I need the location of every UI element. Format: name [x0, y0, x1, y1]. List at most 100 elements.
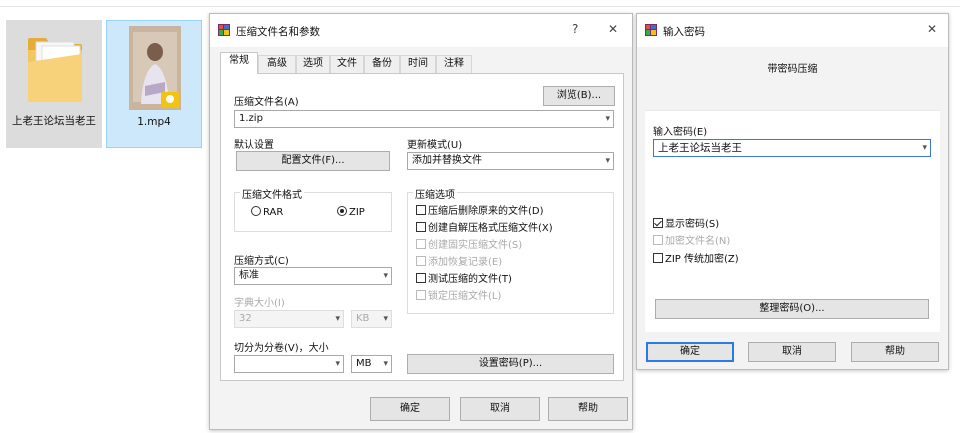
title-bar: 压缩文件名和参数 ? ✕ [210, 14, 632, 47]
file-name: 1.mp4 [137, 116, 171, 128]
browse-button[interactable]: 浏览(B)... [543, 86, 615, 106]
organize-passwords-button[interactable]: 整理密码(O)... [655, 299, 929, 319]
chevron-down-icon: ▾ [383, 314, 388, 324]
archive-name-label: 压缩文件名(A) [234, 97, 299, 108]
title-bar: 输入密码 ✕ [637, 14, 948, 47]
desktop-item-video[interactable]: 1.mp4 [106, 20, 202, 148]
dialog-subtitle: 带密码压缩 [767, 64, 818, 75]
help-button[interactable]: 帮助 [548, 397, 628, 421]
archive-name-value: 1.zip [239, 113, 263, 124]
checkbox-icon [416, 273, 426, 283]
dict-unit: KB [356, 313, 370, 324]
tab-files[interactable]: 文件 [330, 55, 364, 73]
dialog-title: 输入密码 [663, 26, 705, 38]
encrypt-names-checkbox[interactable]: 加密文件名(N) [653, 235, 730, 248]
checkbox-icon [416, 256, 426, 266]
checkbox-checked-icon [653, 218, 663, 228]
format-group-label: 压缩文件格式 [240, 186, 304, 201]
radio-icon [251, 206, 261, 216]
split-label: 切分为分卷(V)，大小 [234, 343, 329, 354]
option-lock[interactable]: 锁定压缩文件(L) [416, 290, 501, 303]
password-value: 上老王论坛当老王 [658, 142, 742, 154]
option-label: 创建自解压格式压缩文件(X) [428, 223, 553, 234]
tab-backup[interactable]: 备份 [364, 55, 400, 73]
option-recovery[interactable]: 添加恢复记录(E) [416, 256, 502, 269]
format-rar-label: RAR [263, 207, 284, 218]
option-sfx[interactable]: 创建自解压格式压缩文件(X) [416, 222, 553, 235]
checkbox-icon [416, 290, 426, 300]
tab-general[interactable]: 常规 [220, 52, 258, 74]
split-unit-select[interactable]: MB ▾ [351, 355, 392, 373]
file-name: 上老王论坛当老王 [12, 115, 96, 127]
profiles-button[interactable]: 配置文件(F)... [236, 151, 390, 171]
option-label: 添加恢复记录(E) [428, 257, 503, 268]
chevron-down-icon: ▾ [605, 114, 610, 124]
help-icon[interactable]: ? [572, 22, 578, 36]
ok-button[interactable]: 确定 [370, 397, 450, 421]
chevron-down-icon: ▾ [383, 359, 388, 369]
format-group: 压缩文件格式 RAR ZIP [234, 186, 392, 232]
archive-name-field[interactable]: 1.zip ▾ [234, 110, 614, 128]
archive-dialog: 压缩文件名和参数 ? ✕ 常规 高级 选项 文件 备份 时间 注释 压缩文件名(… [209, 13, 633, 430]
format-zip-label: ZIP [349, 207, 365, 218]
set-password-button[interactable]: 设置密码(P)... [407, 354, 614, 374]
method-label: 压缩方式(C) [234, 256, 289, 267]
method-value: 标准 [239, 270, 259, 281]
password-dialog: 输入密码 ✕ 带密码压缩 输入密码(E) 上老王论坛当老王 ▾ 显示密码(S) … [636, 13, 949, 370]
option-label: 测试压缩的文件(T) [428, 274, 512, 285]
close-icon[interactable]: ✕ [608, 22, 618, 36]
show-password-checkbox[interactable]: 显示密码(S) [653, 218, 719, 231]
checkbox-icon [416, 222, 426, 232]
dict-select[interactable]: 32 ▾ [234, 310, 344, 328]
zip-legacy-checkbox[interactable]: ZIP 传统加密(Z) [653, 253, 739, 266]
default-settings-label: 默认设置 [234, 140, 274, 151]
winrar-icon [645, 24, 657, 36]
dict-value: 32 [239, 313, 252, 324]
tab-time[interactable]: 时间 [400, 55, 436, 73]
format-zip-radio[interactable]: ZIP [337, 206, 365, 219]
format-rar-radio[interactable]: RAR [251, 206, 283, 219]
update-mode-label: 更新模式(U) [407, 140, 463, 151]
show-password-label: 显示密码(S) [665, 219, 720, 230]
update-mode-value: 添加并替换文件 [412, 155, 482, 166]
password-label: 输入密码(E) [653, 127, 708, 138]
folder-icon [28, 38, 82, 102]
option-label: 锁定压缩文件(L) [428, 291, 502, 302]
cancel-button[interactable]: 取消 [748, 342, 836, 362]
desktop-item-folder[interactable]: 上老王论坛当老王 [6, 20, 102, 148]
password-input[interactable]: 上老王论坛当老王 ▾ [653, 139, 931, 157]
checkbox-icon [416, 239, 426, 249]
cancel-button[interactable]: 取消 [460, 397, 540, 421]
video-file-icon [129, 26, 181, 110]
option-delete-after[interactable]: 压缩后删除原来的文件(D) [416, 205, 544, 218]
tab-advanced[interactable]: 高级 [258, 55, 296, 73]
method-select[interactable]: 标准 ▾ [234, 267, 392, 285]
winrar-icon [218, 24, 230, 36]
tab-options[interactable]: 选项 [296, 55, 330, 73]
update-mode-select[interactable]: 添加并替换文件 ▾ [407, 152, 614, 170]
zip-legacy-label: ZIP 传统加密(Z) [665, 254, 739, 265]
split-unit: MB [356, 358, 372, 369]
tab-comment[interactable]: 注释 [436, 55, 472, 73]
option-label: 压缩后删除原来的文件(D) [428, 206, 544, 217]
split-size-input[interactable]: ▾ [234, 355, 344, 373]
encrypt-names-label: 加密文件名(N) [665, 236, 731, 247]
options-group: 压缩选项 压缩后删除原来的文件(D) 创建自解压格式压缩文件(X) 创建固实压缩… [407, 186, 614, 314]
chevron-down-icon: ▾ [383, 271, 388, 281]
password-panel: 输入密码(E) 上老王论坛当老王 ▾ 显示密码(S) 加密文件名(N) ZIP … [645, 110, 940, 332]
close-icon[interactable]: ✕ [927, 22, 937, 36]
chevron-down-icon: ▾ [922, 143, 927, 153]
option-label: 创建固实压缩文件(S) [428, 240, 523, 251]
options-group-label: 压缩选项 [413, 186, 457, 201]
chevron-down-icon: ▾ [335, 314, 340, 324]
general-panel: 压缩文件名(A) 浏览(B)... 1.zip ▾ 默认设置 配置文件(F)..… [220, 73, 624, 381]
dialog-title: 压缩文件名和参数 [236, 26, 320, 38]
chevron-down-icon: ▾ [335, 359, 340, 369]
checkbox-icon [416, 205, 426, 215]
help-button[interactable]: 帮助 [851, 342, 939, 362]
dict-unit-select[interactable]: KB ▾ [351, 310, 392, 328]
ok-button[interactable]: 确定 [646, 342, 734, 362]
option-solid[interactable]: 创建固实压缩文件(S) [416, 239, 522, 252]
option-test[interactable]: 测试压缩的文件(T) [416, 273, 512, 286]
dict-label: 字典大小(I) [234, 298, 285, 309]
